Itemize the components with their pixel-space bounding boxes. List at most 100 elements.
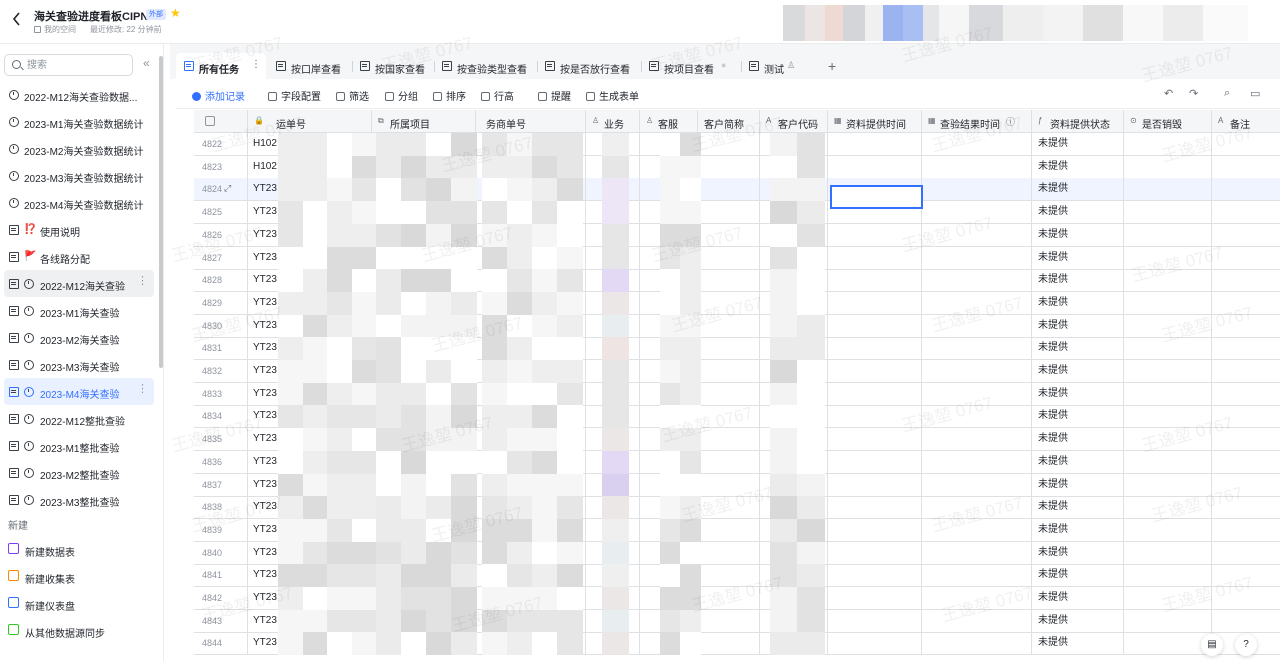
tab-more-icon[interactable]: ⋮ [251,59,261,70]
cell[interactable] [1124,246,1212,269]
status-cell[interactable]: 未提供 [1032,450,1124,473]
cell[interactable] [1212,564,1280,586]
cell[interactable] [1212,337,1280,359]
selected-cell[interactable] [830,185,923,209]
sidebar-item[interactable]: 2023-M2海关查验数据统计 [4,135,154,162]
cell[interactable] [698,405,760,428]
cell[interactable] [828,632,922,655]
cell[interactable] [1124,382,1212,405]
cell[interactable] [922,314,1032,337]
cell[interactable] [1124,564,1212,587]
cell[interactable] [698,450,760,473]
header-doc-status[interactable]: ƒ 资料提供状态 [1032,110,1124,133]
cell[interactable] [1124,541,1212,564]
status-cell[interactable]: 未提供 [1032,314,1124,337]
cell[interactable] [1212,269,1280,291]
sidebar-item[interactable]: 2023-M2整批查验 [4,459,154,486]
cell[interactable] [698,564,760,587]
cell[interactable] [828,360,922,382]
status-cell[interactable]: 未提供 [1032,518,1124,541]
view-tab[interactable]: 按国家查看 [352,53,435,79]
cell[interactable] [922,155,1032,178]
sidebar-item[interactable]: 2023-M4海关查验数据统计 [4,189,154,216]
generate-form-button[interactable]: 生成表单 [586,88,639,103]
cell[interactable] [922,450,1032,473]
cell[interactable] [1124,450,1212,473]
cell[interactable] [1212,496,1280,518]
cell[interactable] [828,133,922,155]
status-cell[interactable]: 未提供 [1032,223,1124,246]
cell[interactable] [1212,201,1280,223]
cell[interactable] [698,269,760,292]
back-arrow-icon[interactable] [11,11,23,27]
cell[interactable] [1124,337,1212,360]
expand-row-icon[interactable]: ⤢ [224,183,231,194]
cell[interactable] [1124,473,1212,496]
more-icon[interactable]: ⋮ [137,276,148,287]
redo-icon[interactable]: ↷ [1189,87,1198,100]
new-item[interactable]: 新建仪表盘 [8,594,158,614]
status-cell[interactable]: 未提供 [1032,155,1124,178]
cell[interactable] [922,337,1032,360]
doc-title[interactable]: 海关查验进度看板CIPN [34,8,148,24]
cell[interactable] [1212,247,1280,269]
cell[interactable] [828,291,922,314]
cell[interactable] [828,337,922,360]
cell[interactable] [1212,156,1280,178]
status-cell[interactable]: 未提供 [1032,269,1124,292]
cell[interactable] [698,133,760,155]
header-customer-code[interactable]: A 客户代码 [760,110,828,133]
cell[interactable] [698,178,760,201]
collapse-sidebar-icon[interactable]: « [143,57,150,69]
cell[interactable] [922,473,1032,496]
sidebar-item[interactable]: 2022-M12海关查验 ⋮ [4,270,154,297]
add-view-icon[interactable]: + [828,59,836,73]
cell[interactable] [1212,474,1280,496]
status-cell[interactable]: 未提供 [1032,496,1124,519]
status-cell[interactable]: 未提供 [1032,473,1124,496]
sidebar-item[interactable]: ⁉️ 使用说明 [4,216,154,243]
help-icon[interactable]: ? [1235,634,1257,656]
cell[interactable] [922,382,1032,405]
status-cell[interactable]: 未提供 [1032,564,1124,587]
sidebar-item[interactable]: 🚩 各线路分配 [4,243,154,270]
sidebar-item[interactable]: 2023-M3整批查验 [4,486,154,511]
filter-button[interactable]: 筛选 [336,88,369,103]
cell[interactable] [698,541,760,564]
cell[interactable] [1124,360,1212,382]
group-button[interactable]: 分组 [385,88,418,103]
status-cell[interactable]: 未提供 [1032,587,1124,609]
cell[interactable] [1124,632,1212,655]
view-tab[interactable]: 所有任务 ⋮ [176,53,266,79]
sidebar-item[interactable]: 2023-M3海关查验数据统计 [4,162,154,189]
cell[interactable] [698,587,760,609]
cell[interactable] [828,518,922,541]
cell[interactable] [698,223,760,246]
header-waybill[interactable]: 🔒 运单号 [248,110,372,133]
cell[interactable] [1124,518,1212,541]
view-tab[interactable]: 测试 ♙ [741,53,801,79]
header-doc-time[interactable]: ▦ 资料提供时间 [828,110,922,133]
cell[interactable] [698,473,760,496]
status-cell[interactable]: 未提供 [1032,428,1124,451]
cell[interactable] [828,223,922,246]
cell[interactable] [922,496,1032,519]
sidebar-item[interactable]: 2023-M2海关查验 [4,324,154,351]
cell[interactable] [828,541,922,564]
cell[interactable] [922,564,1032,587]
select-all-checkbox[interactable] [194,110,248,133]
cell[interactable] [1124,314,1212,337]
cell[interactable] [1212,360,1280,382]
cell[interactable] [1124,428,1212,451]
new-item[interactable]: 从其他数据源同步 [8,621,158,641]
cell[interactable] [828,314,922,337]
cell[interactable] [1124,155,1212,178]
cell[interactable] [1212,178,1280,200]
cell[interactable] [1212,405,1280,427]
cell[interactable] [1124,223,1212,246]
search-box[interactable] [4,54,133,76]
status-cell[interactable]: 未提供 [1032,632,1124,655]
cell[interactable] [922,201,1032,224]
cell[interactable] [922,133,1032,155]
sidebar-scrollbar[interactable] [159,56,163,368]
